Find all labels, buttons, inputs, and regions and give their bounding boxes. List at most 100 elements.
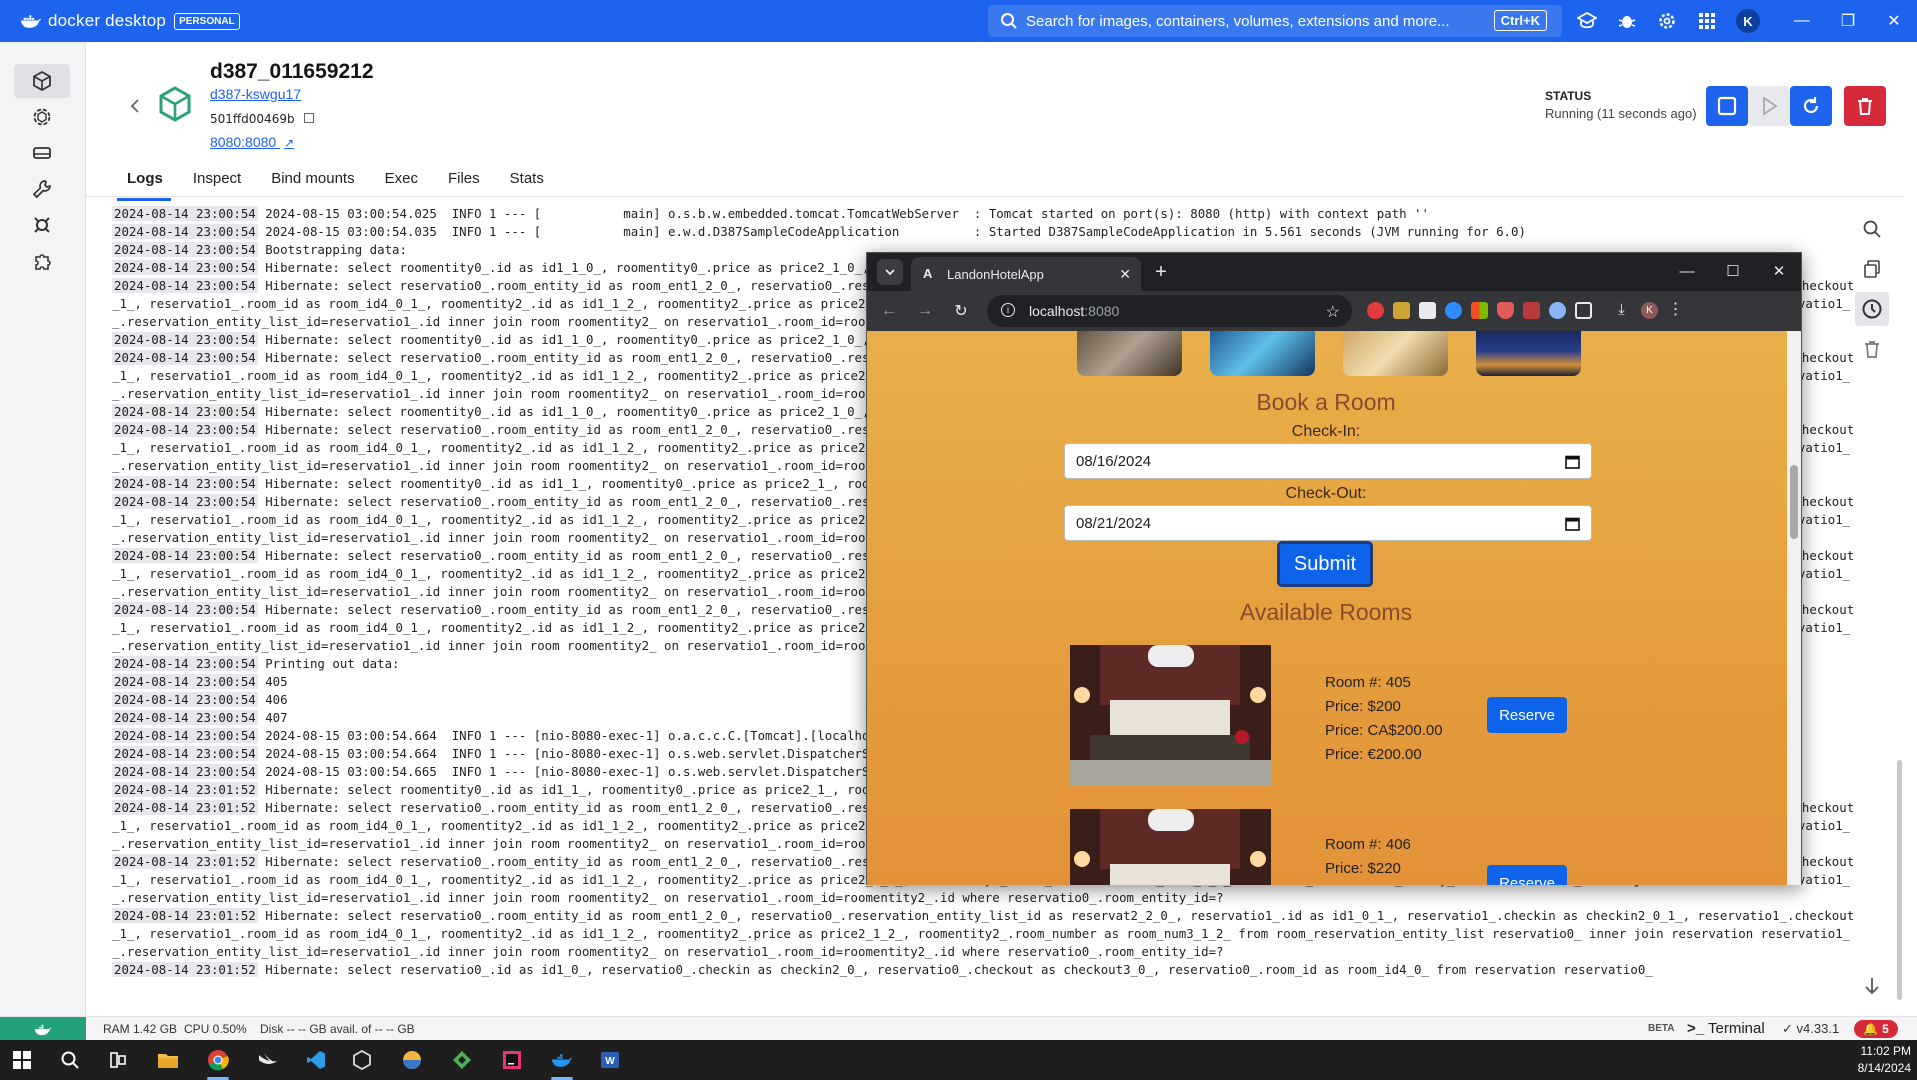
stop-button[interactable] xyxy=(1706,86,1748,126)
app-icon-orb[interactable] xyxy=(398,1046,426,1074)
taskbar-clock[interactable]: 11:02 PM 8/14/2024 xyxy=(1858,1043,1911,1077)
container-cube-icon xyxy=(33,71,51,91)
back-chevron-icon[interactable] xyxy=(126,96,146,116)
forward-arrow-icon[interactable]: → xyxy=(915,301,935,321)
browser-tab[interactable]: A LandonHotelApp ✕ xyxy=(911,257,1141,291)
sidebar-item-volumes[interactable] xyxy=(14,136,70,170)
tab-files[interactable]: Files xyxy=(448,164,480,196)
tab-search-chevron-icon[interactable] xyxy=(877,259,903,285)
troubleshoot-bug-icon[interactable] xyxy=(1616,10,1638,32)
clock-time: 11:02 PM xyxy=(1860,1044,1911,1058)
word-icon[interactable]: W xyxy=(596,1046,624,1074)
settings-gear-icon[interactable] xyxy=(1656,10,1678,32)
app-icon-swift[interactable] xyxy=(254,1046,282,1074)
app-icon-box[interactable] xyxy=(348,1046,376,1074)
hotel-thumbnails xyxy=(1077,331,1581,376)
sidebar-item-images[interactable] xyxy=(14,100,70,134)
calendar-icon[interactable] xyxy=(1565,516,1580,531)
chrome-maximize-icon[interactable]: ☐ xyxy=(1710,253,1756,289)
minimize-icon[interactable]: — xyxy=(1779,0,1825,42)
taskbar-search-icon[interactable] xyxy=(56,1046,84,1074)
timestamps-clock-icon[interactable] xyxy=(1855,292,1889,326)
extensions-puzzle-icon[interactable] xyxy=(1575,302,1592,319)
page-scrollbar[interactable] xyxy=(1787,331,1801,885)
tab-bind-mounts[interactable]: Bind mounts xyxy=(271,164,354,196)
app-icon-diamond[interactable] xyxy=(448,1046,476,1074)
search-placeholder: Search for images, containers, volumes, … xyxy=(1026,12,1450,30)
extension-grid-icon[interactable] xyxy=(1523,302,1540,319)
tab-close-icon[interactable]: ✕ xyxy=(1119,266,1131,283)
reserve-button[interactable]: Reserve xyxy=(1487,865,1567,885)
microsoft-extension-icon[interactable] xyxy=(1471,302,1488,319)
scroll-to-bottom-icon[interactable] xyxy=(1862,976,1882,996)
page-scrollbar-thumb[interactable] xyxy=(1790,465,1798,539)
windows-start-icon[interactable] xyxy=(8,1046,36,1074)
shield-extension-icon[interactable] xyxy=(1497,302,1514,319)
docker-taskbar-icon[interactable] xyxy=(548,1046,576,1074)
log-message: 405 xyxy=(265,674,288,689)
notifications-badge[interactable]: 🔔 5 xyxy=(1854,1020,1898,1038)
profile-avatar[interactable]: K xyxy=(1641,302,1658,319)
learning-center-icon[interactable] xyxy=(1576,10,1598,32)
file-explorer-icon[interactable] xyxy=(154,1046,182,1074)
tab-logs[interactable]: Logs xyxy=(117,164,171,201)
copy-icon[interactable] xyxy=(304,113,315,123)
log-timestamp: 2024-08-14 23:00:54 xyxy=(112,404,258,419)
log-line: _.reservation_entity_list_id=reservatio1… xyxy=(103,889,1853,907)
delete-button[interactable] xyxy=(1844,86,1886,126)
chrome-taskbar-icon[interactable] xyxy=(204,1046,232,1074)
address-bar[interactable]: i localhost:8080 ☆ xyxy=(987,295,1352,327)
reserve-button[interactable]: Reserve xyxy=(1487,697,1567,733)
docker-titlebar: docker desktop PERSONAL Search for image… xyxy=(0,0,1917,42)
volumes-icon xyxy=(33,147,51,159)
extension-white-icon[interactable] xyxy=(1419,302,1436,319)
submit-button[interactable]: Submit xyxy=(1277,541,1373,587)
engine-status-whale-icon[interactable] xyxy=(0,1017,86,1041)
bookmark-star-icon[interactable]: ☆ xyxy=(1326,302,1340,322)
sidebar-item-scout[interactable] xyxy=(14,208,70,242)
room-406-image xyxy=(1070,809,1271,885)
log-timestamp: 2024-08-14 23:00:54 xyxy=(112,710,258,725)
global-search-input[interactable]: Search for images, containers, volumes, … xyxy=(988,5,1562,37)
extension-blue-icon[interactable] xyxy=(1549,302,1566,319)
calendar-icon[interactable] xyxy=(1565,454,1580,469)
sidebar-item-extensions[interactable] xyxy=(14,244,70,278)
tab-inspect[interactable]: Inspect xyxy=(193,164,241,196)
site-info-icon[interactable]: i xyxy=(1001,303,1015,317)
zoom-extension-icon[interactable] xyxy=(1445,302,1462,319)
extension-red-icon[interactable] xyxy=(1367,302,1384,319)
checkin-date-input[interactable]: 08/16/2024 xyxy=(1064,443,1592,479)
task-view-icon[interactable] xyxy=(104,1046,132,1074)
port-link[interactable]: 8080:8080 ↗ xyxy=(210,134,294,150)
disk-usage: Disk -- -- GB avail. of -- -- GB xyxy=(260,1022,415,1036)
log-timestamp: 2024-08-14 23:01:52 xyxy=(112,782,258,797)
sidebar-item-containers[interactable] xyxy=(14,64,70,98)
chrome-menu-kebab-icon[interactable]: ⋮ xyxy=(1667,302,1684,319)
new-tab-plus-icon[interactable]: + xyxy=(1149,261,1173,284)
intellij-icon[interactable] xyxy=(498,1046,526,1074)
account-avatar[interactable]: K xyxy=(1736,9,1760,33)
reload-icon[interactable]: ↻ xyxy=(951,301,971,321)
close-icon[interactable]: ✕ xyxy=(1871,0,1917,42)
copy-logs-icon[interactable] xyxy=(1855,252,1889,286)
tab-exec[interactable]: Exec xyxy=(385,164,418,196)
sidebar-item-builds[interactable] xyxy=(14,172,70,206)
chrome-minimize-icon[interactable]: — xyxy=(1664,253,1710,289)
log-search-icon[interactable] xyxy=(1855,212,1889,246)
downloads-icon[interactable]: ⤓ xyxy=(1613,302,1630,319)
back-arrow-icon[interactable]: ← xyxy=(879,301,899,321)
restore-icon[interactable]: ❐ xyxy=(1825,0,1871,42)
clear-logs-trash-icon[interactable] xyxy=(1855,332,1889,366)
terminal-button[interactable]: >_ Terminal xyxy=(1687,1020,1765,1037)
start-button[interactable] xyxy=(1748,86,1790,126)
container-image-link[interactable]: d387-kswgu17 xyxy=(210,86,301,102)
vscode-icon[interactable] xyxy=(302,1046,330,1074)
tab-stats[interactable]: Stats xyxy=(510,164,544,196)
checkout-date-input[interactable]: 08/21/2024 xyxy=(1064,505,1592,541)
log-scrollbar[interactable] xyxy=(1897,760,1902,1000)
extension-yellow-icon[interactable] xyxy=(1393,302,1410,319)
restart-button[interactable] xyxy=(1790,86,1832,126)
thumb-london-night-image xyxy=(1476,331,1581,376)
apps-grid-icon[interactable] xyxy=(1696,10,1718,32)
chrome-close-icon[interactable]: ✕ xyxy=(1756,253,1802,289)
